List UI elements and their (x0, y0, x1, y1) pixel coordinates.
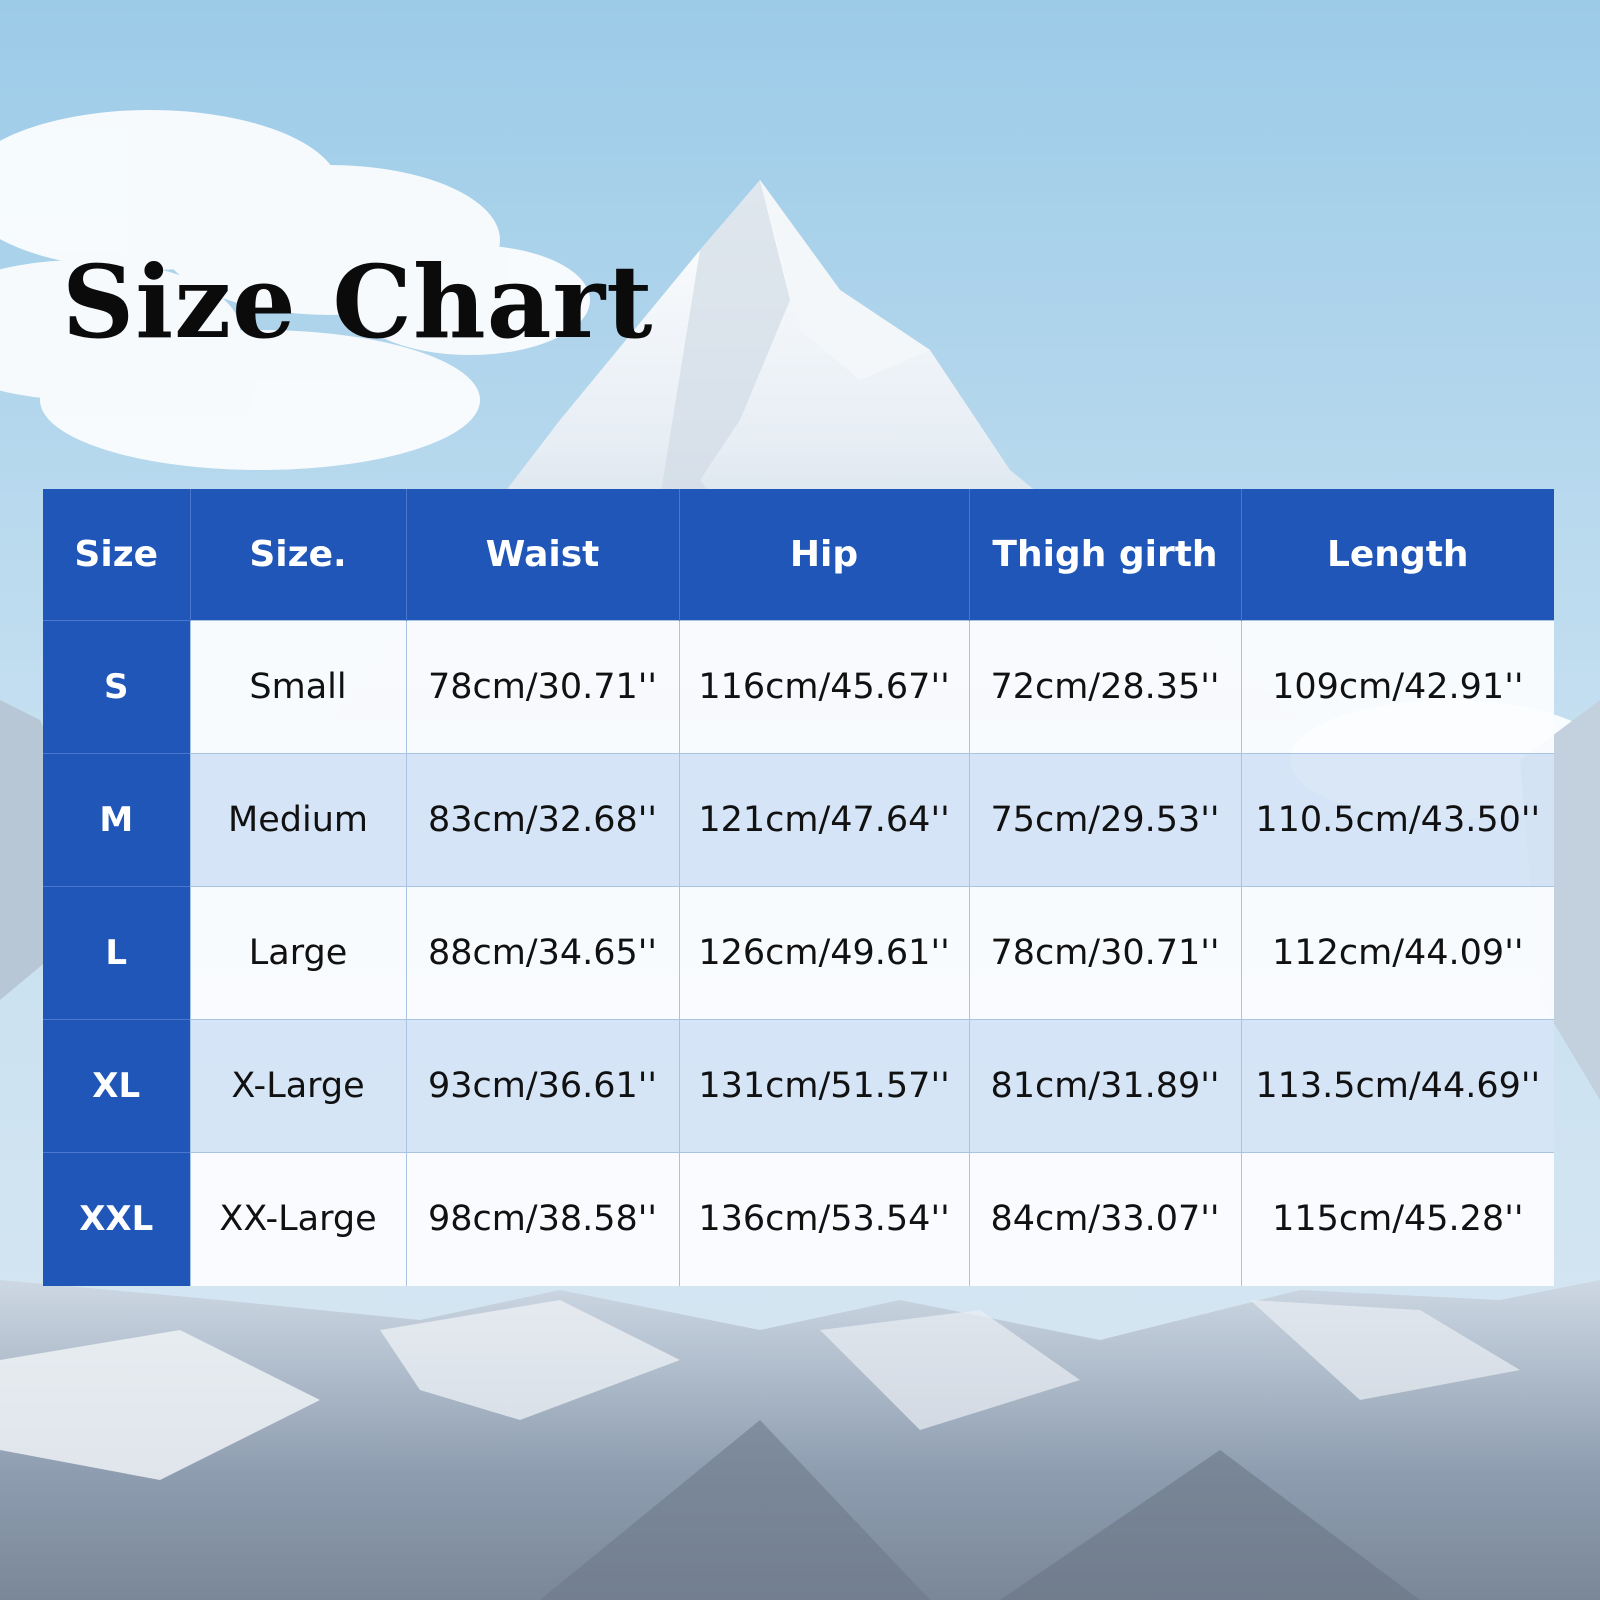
cell-hip: 131cm/51.57'' (678, 1019, 969, 1153)
cell-hip: 116cm/45.67'' (678, 620, 969, 754)
cell-waist: 93cm/36.61'' (405, 1019, 679, 1153)
cell-thigh-girth: 75cm/29.53'' (968, 753, 1241, 887)
column-header-waist: Waist (405, 489, 679, 621)
cell-length: 115cm/45.28'' (1240, 1152, 1554, 1286)
cell-size-code: M (43, 753, 190, 887)
cell-size-code: XXL (43, 1152, 190, 1286)
cell-size-code: L (43, 886, 190, 1020)
table-row: M Medium 83cm/32.68'' 121cm/47.64'' 75cm/29.… (43, 753, 1554, 887)
cell-size-code: S (43, 620, 190, 754)
size-chart-table-wrap: Size Size. Waist Hip Thigh girth Length … (43, 489, 1554, 1286)
cell-waist: 88cm/34.65'' (405, 886, 679, 1020)
cell-size-name: X-Large (189, 1019, 406, 1153)
header-row: Size Size. Waist Hip Thigh girth Length (43, 489, 1554, 621)
cell-length: 113.5cm/44.69'' (1240, 1019, 1554, 1153)
cell-thigh-girth: 81cm/31.89'' (968, 1019, 1241, 1153)
column-header-size-name: Size. (189, 489, 406, 621)
cell-thigh-girth: 72cm/28.35'' (968, 620, 1241, 754)
table-row: L Large 88cm/34.65'' 126cm/49.61'' 78cm/30.7… (43, 886, 1554, 1020)
cell-thigh-girth: 78cm/30.71'' (968, 886, 1241, 1020)
cell-size-name: XX-Large (189, 1152, 406, 1286)
cell-length: 112cm/44.09'' (1240, 886, 1554, 1020)
cell-size-name: Small (189, 620, 406, 754)
column-header-size-code: Size (43, 489, 190, 621)
table-body: S Small 78cm/30.71'' 116cm/45.67'' 72cm/28.3… (43, 620, 1554, 1286)
table-row: S Small 78cm/30.71'' 116cm/45.67'' 72cm/28.3… (43, 620, 1554, 754)
column-header-length: Length (1240, 489, 1554, 621)
table-row: XXL XX-Large 98cm/38.58'' 136cm/53.54'' 84cm… (43, 1152, 1554, 1286)
size-chart-table: Size Size. Waist Hip Thigh girth Length … (43, 489, 1554, 1286)
cell-hip: 121cm/47.64'' (678, 753, 969, 887)
column-header-hip: Hip (678, 489, 969, 621)
cell-waist: 83cm/32.68'' (405, 753, 679, 887)
cell-size-name: Medium (189, 753, 406, 887)
cell-length: 110.5cm/43.50'' (1240, 753, 1554, 887)
column-header-thigh-girth: Thigh girth (968, 489, 1241, 621)
cell-waist: 98cm/38.58'' (405, 1152, 679, 1286)
cell-size-code: XL (43, 1019, 190, 1153)
cell-hip: 126cm/49.61'' (678, 886, 969, 1020)
cell-hip: 136cm/53.54'' (678, 1152, 969, 1286)
page-title: Size Chart (62, 243, 654, 361)
cell-size-name: Large (189, 886, 406, 1020)
table-row: XL X-Large 93cm/36.61'' 131cm/51.57'' 81cm/3… (43, 1019, 1554, 1153)
cell-length: 109cm/42.91'' (1240, 620, 1554, 754)
cell-thigh-girth: 84cm/33.07'' (968, 1152, 1241, 1286)
table-header: Size Size. Waist Hip Thigh girth Length (43, 489, 1554, 621)
cell-waist: 78cm/30.71'' (405, 620, 679, 754)
